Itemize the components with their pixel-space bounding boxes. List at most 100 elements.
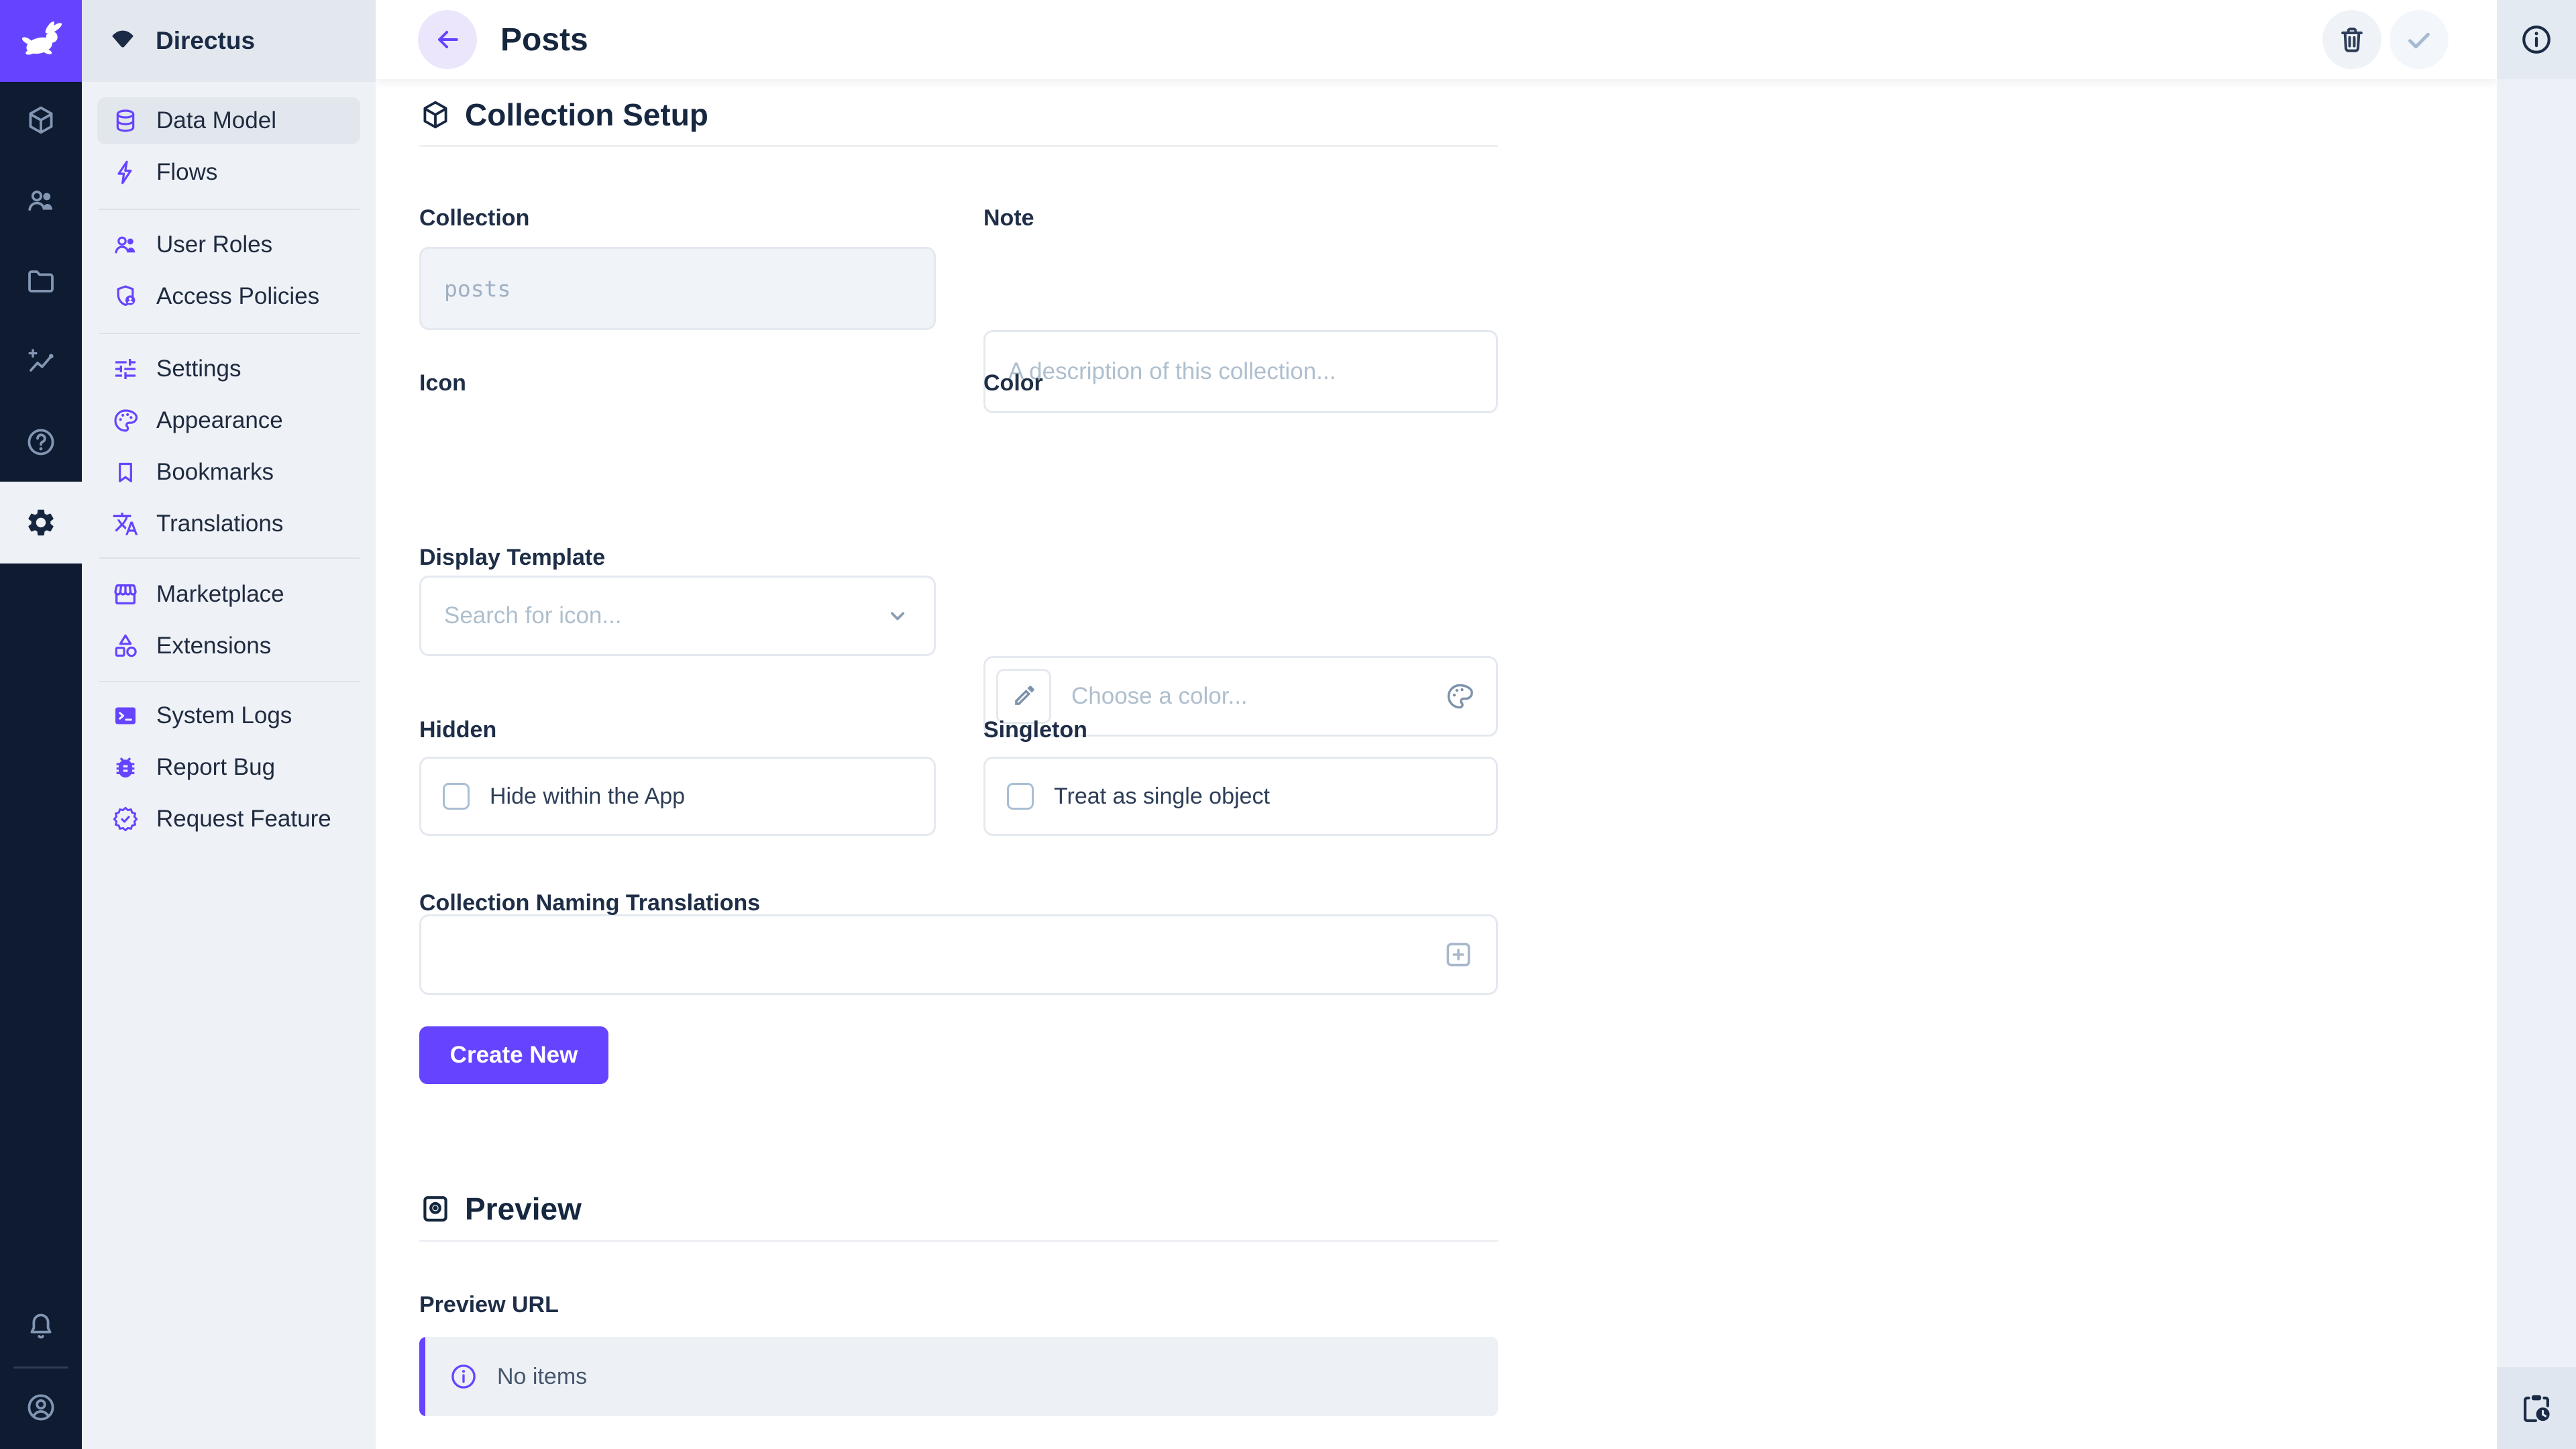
help-icon bbox=[25, 426, 57, 458]
hidden-label: Hidden bbox=[419, 717, 496, 743]
create-new-button[interactable]: Create New bbox=[419, 1026, 608, 1084]
preview-heading: Preview bbox=[419, 1191, 582, 1227]
color-input[interactable] bbox=[1071, 683, 1473, 710]
display-template-field[interactable] bbox=[419, 914, 1498, 995]
section-title: Collection Setup bbox=[465, 97, 708, 133]
note-input[interactable] bbox=[1008, 358, 1473, 385]
nav-divider bbox=[99, 557, 360, 559]
hidden-checkbox-label: Hide within the App bbox=[490, 784, 685, 810]
add-field-icon[interactable] bbox=[1442, 938, 1474, 971]
people-icon bbox=[112, 231, 139, 258]
note-field[interactable] bbox=[983, 330, 1498, 413]
sidebar-item-label: Translations bbox=[156, 511, 283, 537]
bookmark-icon bbox=[112, 459, 139, 486]
palette-icon[interactable] bbox=[1445, 682, 1474, 711]
preview-icon bbox=[419, 1193, 451, 1225]
module-files-button[interactable] bbox=[0, 244, 82, 318]
info-sidebar-button[interactable] bbox=[2497, 0, 2576, 79]
bell-icon bbox=[25, 1311, 57, 1343]
storefront-icon bbox=[112, 581, 139, 608]
project-name: Directus bbox=[156, 27, 255, 55]
module-insights-button[interactable] bbox=[0, 325, 82, 398]
clipboard-clock-icon bbox=[2520, 1391, 2553, 1425]
sidebar-item-access-policies[interactable]: Access Policies bbox=[97, 273, 360, 320]
directus-logo-button[interactable] bbox=[0, 0, 82, 82]
terminal-icon bbox=[112, 702, 139, 729]
hidden-checkbox[interactable] bbox=[443, 783, 470, 810]
color-swatch-button[interactable] bbox=[996, 669, 1051, 724]
section-divider bbox=[419, 1240, 1498, 1242]
module-help-button[interactable] bbox=[0, 405, 82, 479]
database-icon bbox=[112, 107, 139, 134]
module-bar-divider bbox=[13, 1366, 68, 1368]
sidebar-item-data-model[interactable]: Data Model bbox=[97, 97, 360, 144]
singleton-checkbox[interactable] bbox=[1007, 783, 1034, 810]
naming-translations-label: Collection Naming Translations bbox=[419, 890, 760, 916]
back-button[interactable] bbox=[418, 10, 477, 69]
collection-name-field bbox=[419, 247, 936, 330]
display-template-input[interactable] bbox=[444, 941, 1473, 968]
sidebar-item-bookmarks[interactable]: Bookmarks bbox=[97, 449, 360, 496]
sidebar-item-extensions[interactable]: Extensions bbox=[97, 623, 360, 669]
account-circle-icon bbox=[25, 1391, 57, 1424]
category-icon bbox=[112, 633, 139, 659]
sidebar-item-request-feature[interactable]: Request Feature bbox=[97, 796, 360, 843]
eyedropper-icon bbox=[1010, 682, 1038, 710]
revisions-sidebar-button[interactable] bbox=[2497, 1367, 2576, 1449]
icon-search-input[interactable] bbox=[444, 602, 911, 629]
icon-select-field[interactable] bbox=[419, 576, 936, 656]
main-content: Collection Setup Collection Note Icon Co… bbox=[376, 79, 2497, 1449]
save-button[interactable] bbox=[2390, 10, 2449, 69]
sidebar-item-label: Extensions bbox=[156, 633, 271, 659]
hidden-toggle-row: Hide within the App bbox=[419, 757, 936, 836]
badge-check-icon bbox=[112, 806, 139, 833]
info-icon bbox=[2520, 23, 2553, 56]
settings-nav-panel: Directus Data Model Flows User Roles bbox=[82, 0, 376, 1449]
collection-setup-heading: Collection Setup bbox=[419, 97, 708, 133]
sidebar-item-label: Marketplace bbox=[156, 581, 284, 608]
singleton-toggle-row: Treat as single object bbox=[983, 757, 1498, 836]
project-fan-icon bbox=[107, 25, 138, 56]
module-users-button[interactable] bbox=[0, 164, 82, 237]
sidebar-item-flows[interactable]: Flows bbox=[97, 149, 360, 196]
module-settings-button[interactable] bbox=[0, 482, 82, 564]
trash-icon bbox=[2337, 24, 2367, 55]
chevron-down-icon[interactable] bbox=[883, 601, 912, 631]
user-menu-button[interactable] bbox=[0, 1371, 82, 1444]
nav-divider bbox=[99, 209, 360, 210]
sidebar-item-label: Flows bbox=[156, 159, 217, 186]
sidebar-item-label: Access Policies bbox=[156, 283, 319, 310]
project-header[interactable]: Directus bbox=[82, 0, 376, 82]
no-items-text: No items bbox=[497, 1364, 587, 1390]
gear-icon bbox=[25, 506, 57, 539]
collection-name-input bbox=[444, 276, 911, 302]
box-icon bbox=[419, 99, 451, 131]
cube-icon bbox=[25, 104, 57, 136]
sidebar-item-report-bug[interactable]: Report Bug bbox=[97, 744, 360, 791]
notifications-button[interactable] bbox=[0, 1290, 82, 1364]
nav-divider bbox=[99, 333, 360, 334]
arrow-left-icon bbox=[433, 25, 462, 54]
module-content-button[interactable] bbox=[0, 83, 82, 157]
sidebar-item-translations[interactable]: Translations bbox=[97, 500, 360, 547]
right-sidebar bbox=[2497, 0, 2576, 1449]
rabbit-logo-icon bbox=[16, 16, 66, 66]
sidebar-item-label: Request Feature bbox=[156, 806, 331, 833]
palette-icon bbox=[112, 407, 139, 434]
delete-collection-button[interactable] bbox=[2322, 10, 2381, 69]
sidebar-item-label: Bookmarks bbox=[156, 459, 274, 486]
folder-icon bbox=[25, 265, 57, 297]
page-header: Posts bbox=[376, 0, 2497, 79]
sidebar-item-system-logs[interactable]: System Logs bbox=[97, 692, 360, 739]
preview-url-label: Preview URL bbox=[419, 1292, 559, 1318]
note-label: Note bbox=[983, 205, 1034, 231]
section-title: Preview bbox=[465, 1191, 582, 1227]
no-items-banner: No items bbox=[419, 1337, 1498, 1416]
nav-divider bbox=[99, 681, 360, 682]
sidebar-item-settings[interactable]: Settings bbox=[97, 345, 360, 392]
sidebar-item-label: System Logs bbox=[156, 702, 292, 729]
sidebar-item-appearance[interactable]: Appearance bbox=[97, 397, 360, 444]
page-title: Posts bbox=[500, 0, 588, 79]
sidebar-item-marketplace[interactable]: Marketplace bbox=[97, 571, 360, 618]
sidebar-item-user-roles[interactable]: User Roles bbox=[97, 221, 360, 268]
